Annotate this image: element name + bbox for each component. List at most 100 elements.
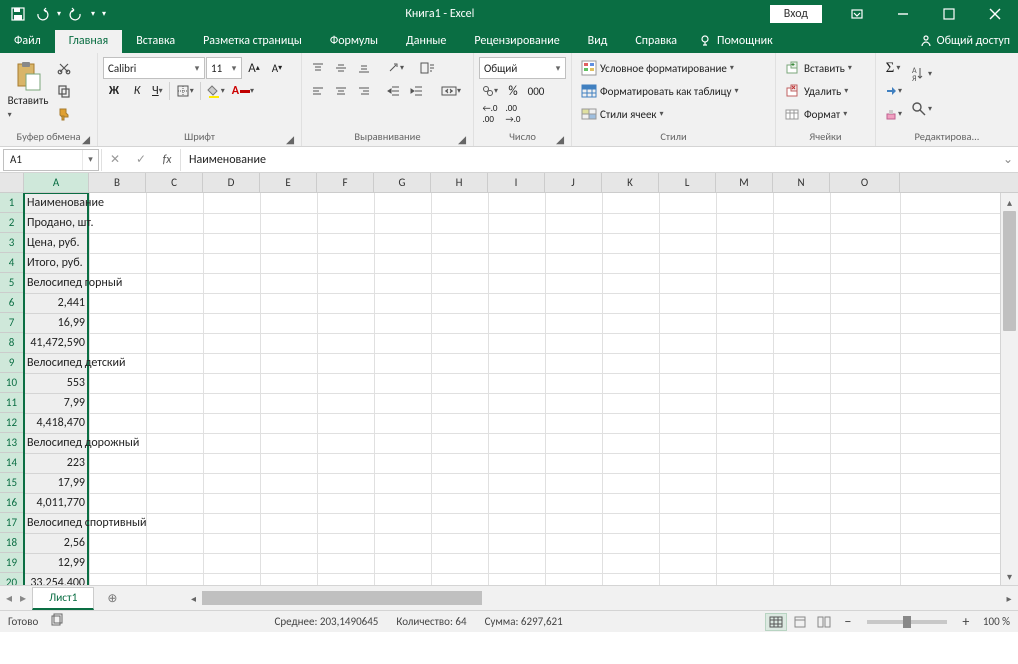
cell[interactable]: 33,254,400 [24, 573, 88, 585]
row-header[interactable]: 6 [0, 293, 23, 313]
cut-icon[interactable] [53, 57, 75, 79]
align-top-icon[interactable] [307, 57, 329, 79]
expand-formula-icon[interactable]: ⌄ [998, 152, 1018, 167]
zoom-in-icon[interactable]: + [955, 613, 977, 631]
cell[interactable]: 12,99 [24, 553, 88, 573]
column-header[interactable]: I [488, 173, 545, 192]
tab-view[interactable]: Вид [574, 30, 622, 53]
zoom-thumb[interactable] [903, 616, 911, 628]
formula-input[interactable]: Наименование [181, 149, 998, 171]
cell[interactable]: 4,418,470 [24, 413, 88, 433]
minimize-icon[interactable] [880, 0, 926, 28]
number-format-combo[interactable]: Общий▾ [479, 57, 566, 79]
signin-button[interactable]: Вход [770, 5, 822, 23]
cell[interactable]: Наименование [24, 193, 224, 213]
sheet-nav-next-icon[interactable]: ▸ [20, 591, 26, 606]
cancel-formula-icon[interactable]: ✕ [102, 149, 128, 171]
tab-help[interactable]: Справка [621, 30, 691, 53]
view-page-break-icon[interactable] [813, 613, 835, 631]
increase-indent-icon[interactable] [406, 80, 428, 102]
cell[interactable]: Велосипед детский [24, 353, 224, 373]
tab-formulas[interactable]: Формулы [316, 30, 392, 53]
row-header[interactable]: 3 [0, 233, 23, 253]
qat-customize-icon[interactable]: ▾ [98, 3, 110, 25]
scroll-up-icon[interactable]: ▴ [1001, 193, 1018, 211]
column-header[interactable]: M [716, 173, 773, 192]
scroll-down-icon[interactable]: ▾ [1001, 567, 1018, 585]
row-header[interactable]: 12 [0, 413, 23, 433]
scroll-right-icon[interactable]: ▸ [1000, 589, 1018, 607]
tell-me[interactable]: Помощник [691, 34, 781, 53]
redo-icon[interactable] [64, 3, 88, 25]
scroll-left-icon[interactable]: ◂ [184, 589, 202, 607]
cell[interactable]: 4,011,770 [24, 493, 88, 513]
column-header[interactable]: N [773, 173, 830, 192]
wrap-text-icon[interactable] [417, 57, 439, 79]
increase-decimal-icon[interactable]: ←.0.00 [479, 103, 501, 125]
merge-icon[interactable]: ▾ [438, 80, 464, 102]
column-header[interactable]: D [203, 173, 260, 192]
border-icon[interactable]: ▾ [173, 80, 197, 102]
fill-color-icon[interactable]: ▾ [204, 80, 228, 102]
cell[interactable]: 41,472,590 [24, 333, 88, 353]
undo-icon[interactable] [30, 3, 54, 25]
format-as-table-button[interactable]: Форматировать как таблицу▾ [577, 80, 743, 102]
cell-area[interactable]: НаименованиеПродано, шт.Цена, руб.Итого,… [24, 193, 1000, 585]
fx-icon[interactable]: fx [154, 149, 180, 171]
tab-home[interactable]: Главная [55, 30, 122, 53]
align-middle-icon[interactable] [330, 57, 352, 79]
sort-filter-icon[interactable]: AЯ▾ [907, 57, 935, 91]
save-icon[interactable] [6, 3, 30, 25]
tab-data[interactable]: Данные [392, 30, 460, 53]
copy-icon[interactable] [53, 80, 75, 102]
bold-button[interactable]: Ж [103, 80, 125, 102]
autosum-icon[interactable]: Σ▾ [881, 57, 905, 79]
name-box[interactable]: A1▾ [3, 149, 99, 171]
column-header[interactable]: L [659, 173, 716, 192]
row-header[interactable]: 14 [0, 453, 23, 473]
column-header[interactable]: E [260, 173, 317, 192]
cell[interactable]: Итого, руб. [24, 253, 224, 273]
zoom-out-icon[interactable]: − [837, 613, 859, 631]
column-header[interactable]: K [602, 173, 659, 192]
decrease-font-icon[interactable]: A▾ [266, 57, 288, 79]
column-header[interactable]: J [545, 173, 602, 192]
font-size-combo[interactable]: 11▾ [206, 57, 242, 79]
column-header[interactable]: B [89, 173, 146, 192]
row-header[interactable]: 10 [0, 373, 23, 393]
row-header[interactable]: 17 [0, 513, 23, 533]
sheet-nav-prev-icon[interactable]: ◂ [6, 591, 12, 606]
cell[interactable]: 2,441 [24, 293, 88, 313]
cell[interactable]: Цена, руб. [24, 233, 224, 253]
vertical-scrollbar[interactable]: ▴ ▾ [1000, 193, 1018, 585]
row-header[interactable]: 16 [0, 493, 23, 513]
vscroll-thumb[interactable] [1003, 211, 1016, 331]
cell[interactable]: Велосипед горный [24, 273, 224, 293]
currency-icon[interactable]: ▾ [479, 80, 501, 102]
view-page-layout-icon[interactable] [789, 613, 811, 631]
row-header[interactable]: 13 [0, 433, 23, 453]
cell[interactable]: 553 [24, 373, 88, 393]
tab-insert[interactable]: Вставка [122, 30, 189, 53]
row-header[interactable]: 19 [0, 553, 23, 573]
column-header[interactable]: O [830, 173, 900, 192]
cells-delete-button[interactable]: Удалить▾ [781, 80, 856, 102]
cell[interactable]: 7,99 [24, 393, 88, 413]
hscroll-thumb[interactable] [202, 591, 482, 605]
font-name-combo[interactable]: Calibri▾ [103, 57, 205, 79]
cell[interactable]: 2,56 [24, 533, 88, 553]
percent-icon[interactable]: % [502, 80, 524, 102]
align-center-icon[interactable] [330, 80, 352, 102]
column-header[interactable]: A [24, 173, 89, 192]
decrease-decimal-icon[interactable]: .00→.0 [502, 103, 524, 125]
cells-insert-button[interactable]: Вставить▾ [781, 57, 856, 79]
undo-dropdown-icon[interactable]: ▾ [54, 3, 64, 25]
clipboard-launcher-icon[interactable]: ◢ [81, 134, 91, 144]
macro-record-icon[interactable] [50, 613, 64, 630]
horizontal-scrollbar[interactable]: ◂ ▸ [184, 589, 1018, 607]
cell-styles-button[interactable]: Стили ячеек▾ [577, 103, 743, 125]
decrease-indent-icon[interactable] [383, 80, 405, 102]
align-right-icon[interactable] [353, 80, 375, 102]
tab-layout[interactable]: Разметка страницы [189, 30, 316, 53]
paste-button[interactable]: Вставить▾ [4, 55, 52, 125]
